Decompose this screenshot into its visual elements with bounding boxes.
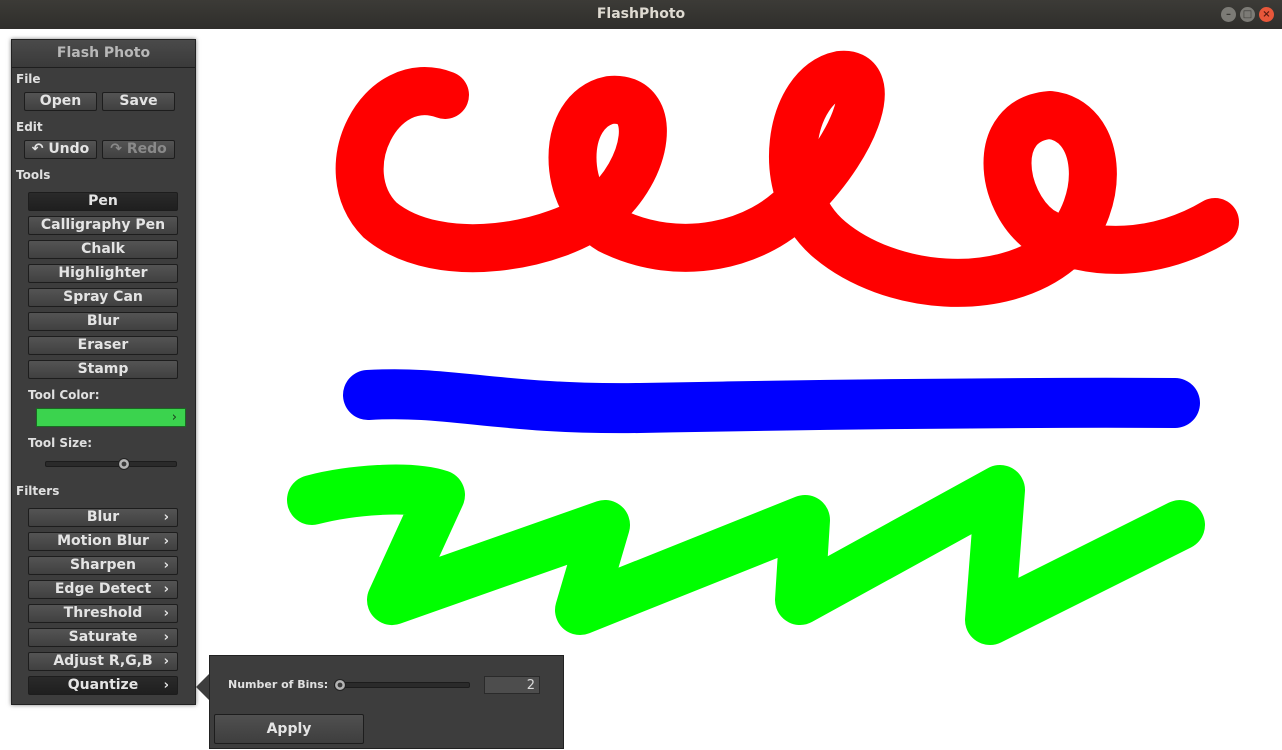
tool-chalk-button[interactable]: Chalk	[28, 240, 178, 259]
filter-adjust-rgb-label: Adjust R,G,B	[53, 653, 153, 669]
chevron-right-icon: ›	[163, 582, 169, 597]
filter-saturate-label: Saturate	[68, 629, 138, 645]
filter-sharpen-label: Sharpen	[70, 557, 136, 573]
redo-button[interactable]: ↷ Redo	[102, 140, 175, 159]
chevron-right-icon: ›	[163, 678, 169, 693]
tool-panel: Flash Photo File Open Save Edit ↶ Undo ↷…	[11, 39, 196, 705]
chevron-right-icon: ›	[163, 606, 169, 621]
filter-blur-button[interactable]: Blur ›	[28, 508, 178, 527]
tool-blur-button[interactable]: Blur	[28, 312, 178, 331]
undo-label: Undo	[48, 141, 90, 157]
maximize-icon[interactable]: □	[1240, 7, 1255, 22]
filter-saturate-button[interactable]: Saturate ›	[28, 628, 178, 647]
tool-stamp-button[interactable]: Stamp	[28, 360, 178, 379]
tool-size-slider-knob[interactable]	[118, 458, 131, 470]
panel-title: Flash Photo	[12, 40, 195, 68]
bins-slider[interactable]	[334, 682, 470, 688]
filter-blur-label: Blur	[86, 509, 120, 525]
filter-edge-detect-label: Edge Detect	[54, 581, 152, 597]
close-icon[interactable]: ×	[1259, 7, 1274, 22]
open-button[interactable]: Open	[24, 92, 97, 111]
chevron-right-icon: ›	[163, 558, 169, 573]
bins-label: Number of Bins:	[228, 678, 329, 691]
filter-motion-blur-button[interactable]: Motion Blur ›	[28, 532, 178, 551]
tool-color-label: Tool Color:	[28, 388, 100, 402]
tool-highlighter-button[interactable]: Highlighter	[28, 264, 178, 283]
chevron-right-icon: ›	[163, 510, 169, 525]
undo-button[interactable]: ↶ Undo	[24, 140, 97, 159]
undo-icon: ↶	[31, 141, 49, 157]
file-section-label: File	[16, 72, 41, 86]
save-button[interactable]: Save	[102, 92, 175, 111]
chevron-right-icon: ›	[171, 410, 177, 425]
filter-quantize-button[interactable]: Quantize ›	[28, 676, 178, 695]
blue-stroke	[343, 369, 1200, 434]
chevron-right-icon: ›	[163, 654, 169, 669]
filter-threshold-label: Threshold	[63, 605, 143, 621]
filters-section-label: Filters	[16, 484, 60, 498]
bins-slider-knob[interactable]	[334, 679, 346, 691]
tool-spray-can-button[interactable]: Spray Can	[28, 288, 178, 307]
filter-adjust-rgb-button[interactable]: Adjust R,G,B ›	[28, 652, 178, 671]
tool-size-slider[interactable]	[45, 461, 177, 467]
chevron-right-icon: ›	[163, 630, 169, 645]
filter-motion-blur-label: Motion Blur	[57, 533, 149, 549]
filter-quantize-label: Quantize	[67, 677, 139, 693]
window-title: FlashPhoto	[596, 6, 686, 22]
filter-edge-detect-button[interactable]: Edge Detect ›	[28, 580, 178, 599]
tool-pen-button[interactable]: Pen	[28, 192, 178, 211]
edit-section-label: Edit	[16, 120, 43, 134]
bins-value-field[interactable]: 2	[484, 676, 540, 694]
popup-pointer	[196, 674, 209, 700]
minimize-icon[interactable]: –	[1221, 7, 1236, 22]
redo-icon: ↷	[110, 141, 127, 157]
chevron-right-icon: ›	[163, 534, 169, 549]
tool-size-label: Tool Size:	[28, 436, 93, 450]
filter-sharpen-button[interactable]: Sharpen ›	[28, 556, 178, 575]
filter-threshold-button[interactable]: Threshold ›	[28, 604, 178, 623]
redo-label: Redo	[126, 141, 167, 157]
window-titlebar: FlashPhoto – □ ×	[0, 0, 1282, 29]
tool-calligraphy-pen-button[interactable]: Calligraphy Pen	[28, 216, 178, 235]
tool-color-picker[interactable]: ›	[36, 408, 186, 427]
green-stroke	[287, 464, 1205, 645]
quantize-popup: Number of Bins: 2 Apply	[209, 655, 564, 749]
tool-eraser-button[interactable]: Eraser	[28, 336, 178, 355]
red-stroke	[335, 50, 1239, 307]
tools-section-label: Tools	[16, 168, 51, 182]
apply-button[interactable]: Apply	[214, 714, 364, 744]
